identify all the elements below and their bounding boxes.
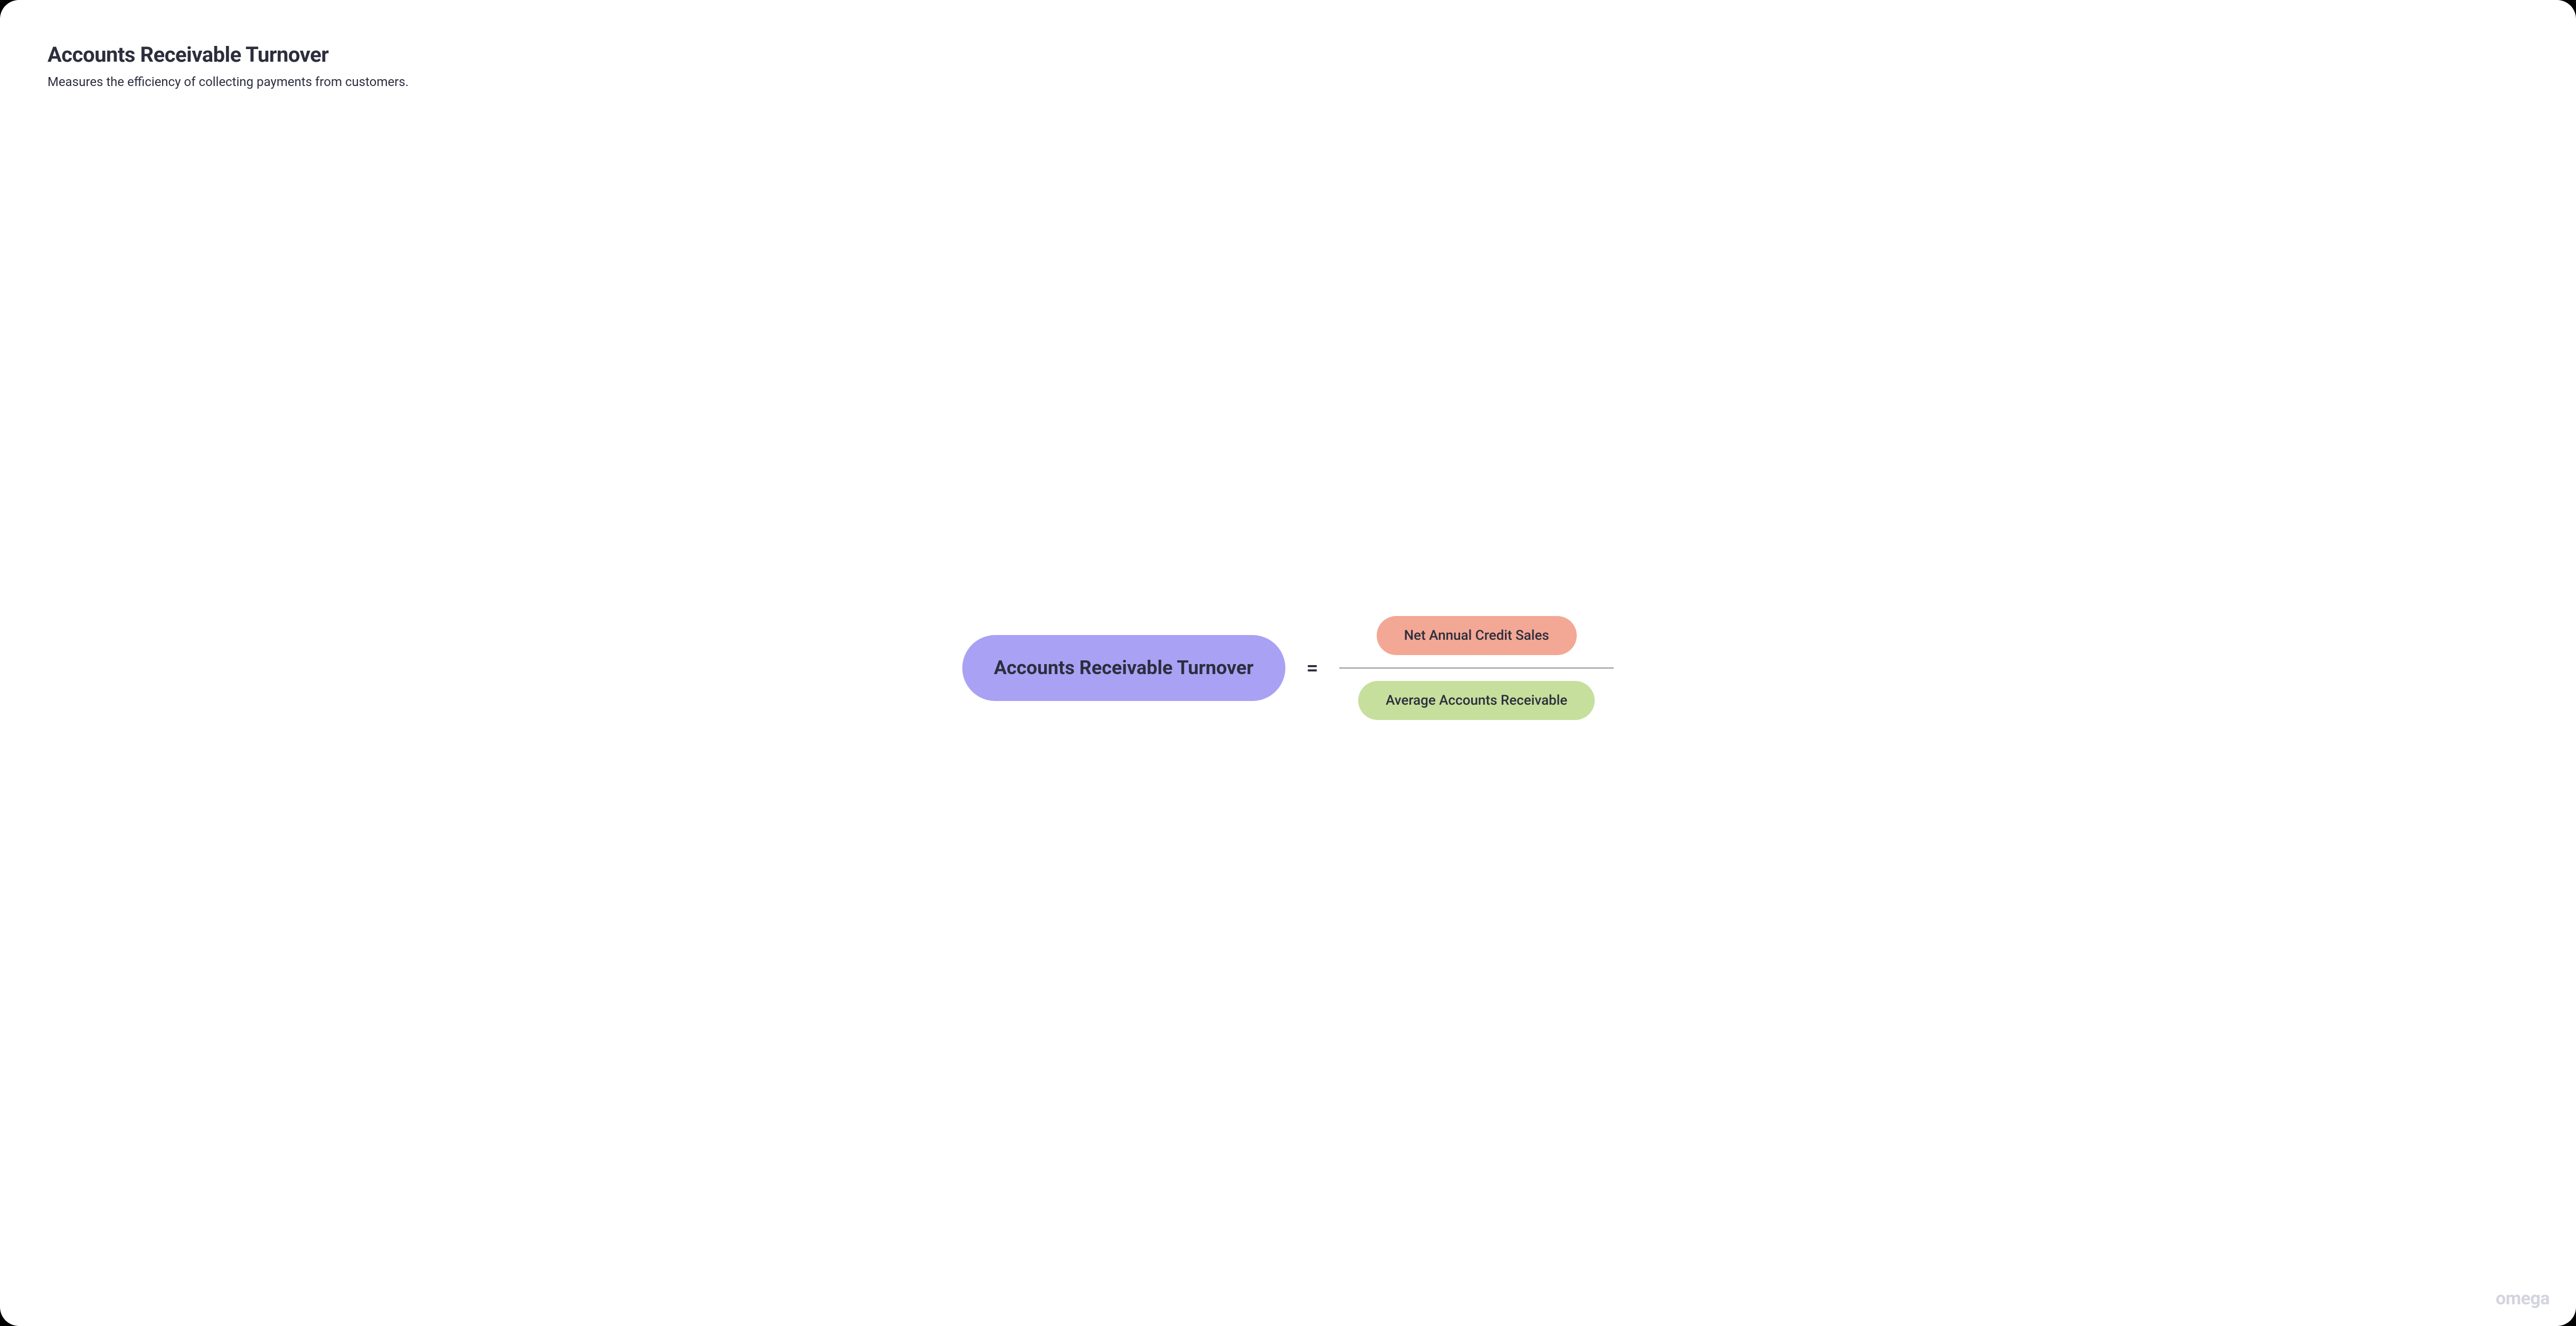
- fraction-divider: [1339, 668, 1614, 669]
- formula-container: Accounts Receivable Turnover = Net Annua…: [48, 89, 2528, 1284]
- formula-numerator-pill: Net Annual Credit Sales: [1377, 616, 1577, 655]
- formula-fraction: Net Annual Credit Sales Average Accounts…: [1339, 616, 1614, 721]
- equals-sign: =: [1306, 656, 1319, 680]
- page-subtitle: Measures the efficiency of collecting pa…: [48, 74, 2528, 89]
- diagram-card: Accounts Receivable Turnover Measures th…: [0, 0, 2576, 1326]
- formula-result-pill: Accounts Receivable Turnover: [962, 635, 1285, 701]
- formula-denominator-pill: Average Accounts Receivable: [1358, 681, 1595, 720]
- formula-denominator-label: Average Accounts Receivable: [1386, 693, 1567, 708]
- brand-logo: omega: [2496, 1288, 2550, 1309]
- formula-result-label: Accounts Receivable Turnover: [994, 656, 1254, 680]
- formula-numerator-label: Net Annual Credit Sales: [1404, 628, 1549, 643]
- page-title: Accounts Receivable Turnover: [48, 42, 2528, 67]
